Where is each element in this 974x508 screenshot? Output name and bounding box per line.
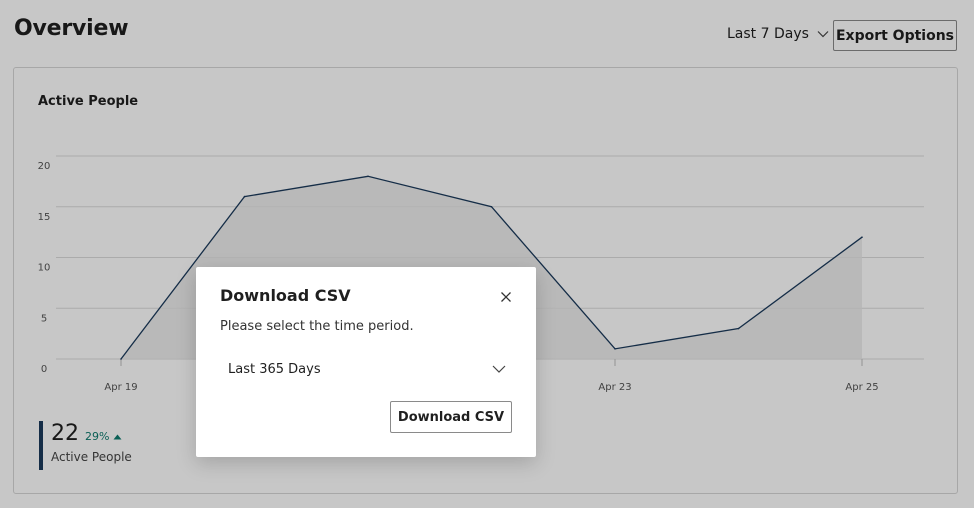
download-csv-button[interactable]: Download CSV	[390, 401, 512, 433]
time-period-dropdown[interactable]: Last 365 Days	[220, 355, 512, 383]
overview-page: Overview Last 7 Days Export Options Acti…	[0, 0, 974, 508]
time-period-value: Last 365 Days	[228, 361, 321, 377]
dialog-title: Download CSV	[220, 286, 351, 305]
dialog-description: Please select the time period.	[220, 319, 414, 334]
download-csv-dialog: Download CSV Please select the time peri…	[196, 267, 536, 457]
close-button[interactable]	[496, 287, 516, 307]
close-icon	[500, 288, 512, 307]
chevron-down-icon	[492, 362, 506, 377]
